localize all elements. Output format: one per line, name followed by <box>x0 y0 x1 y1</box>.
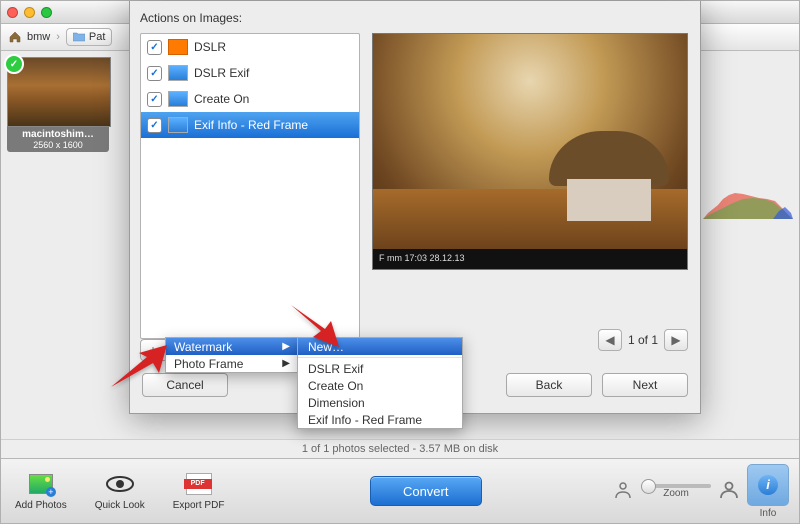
action-kind-icon <box>168 39 188 55</box>
checkbox-icon[interactable]: ✓ <box>147 118 162 133</box>
preview-overlay-text: F mm 17:03 28.12.13 <box>379 253 465 265</box>
submenu-label: Dimension <box>308 396 365 410</box>
menu-item-photoframe[interactable]: Photo Frame ▶ <box>166 355 298 372</box>
action-row[interactable]: ✓ DSLR Exif <box>141 60 359 86</box>
callout-arrow-icon <box>287 303 341 354</box>
action-label: DSLR Exif <box>194 66 249 80</box>
zoom-group: Zoom i Info <box>613 464 799 519</box>
add-photos-button[interactable]: + Add Photos <box>15 471 67 511</box>
callout-arrow-icon <box>109 343 169 392</box>
action-kind-icon <box>168 65 188 81</box>
dialog-heading: Actions on Images: <box>140 11 242 25</box>
menu-item-label: Watermark <box>174 340 232 354</box>
folder-icon <box>73 32 85 42</box>
toolbar-label: Add Photos <box>15 500 67 511</box>
menu-separator <box>298 357 462 358</box>
breadcrumb-label: Pat <box>89 31 106 43</box>
info-icon: i <box>758 475 778 495</box>
convert-button[interactable]: Convert <box>370 476 482 506</box>
quick-look-button[interactable]: Quick Look <box>95 471 145 511</box>
export-pdf-button[interactable]: PDF Export PDF <box>173 471 225 511</box>
thumbnail-caption: macintoshim… 2560 x 1600 <box>7 127 109 152</box>
actions-list: ✓ DSLR ✓ DSLR Exif ✓ Create On ✓ Exif In… <box>140 33 360 339</box>
pager-text: 1 of 1 <box>628 333 658 347</box>
thumbnail-image: ✓ <box>7 57 111 127</box>
toolbar-label: Export PDF <box>173 500 225 511</box>
action-kind-icon <box>168 91 188 107</box>
checkbox-icon[interactable]: ✓ <box>147 40 162 55</box>
thumbnail-dimensions: 2560 x 1600 <box>7 140 109 150</box>
submenu-label: Exif Info - Red Frame <box>308 413 422 427</box>
submenu-item[interactable]: DSLR Exif <box>298 360 462 377</box>
toolbar-label: Quick Look <box>95 500 145 511</box>
pager: ◀ 1 of 1 ▶ <box>598 329 688 351</box>
submenu-item[interactable]: Dimension <box>298 394 462 411</box>
person-large-icon <box>719 481 739 502</box>
info-button[interactable]: i <box>747 464 789 506</box>
submenu-item[interactable]: Create On <box>298 377 462 394</box>
person-small-icon <box>613 481 633 502</box>
thumbnail-strip: ✓ macintoshim… 2560 x 1600 <box>1 51 129 461</box>
home-icon[interactable] <box>9 31 21 43</box>
status-bar: 1 of 1 photos selected - 3.57 MB on disk <box>1 439 799 459</box>
submenu-label: Create On <box>308 379 363 393</box>
action-kind-icon <box>168 117 188 133</box>
thumbnail-item[interactable]: ✓ macintoshim… 2560 x 1600 <box>7 57 109 152</box>
pdf-icon: PDF <box>186 473 212 495</box>
next-button[interactable]: Next <box>602 373 688 397</box>
checkbox-icon[interactable]: ✓ <box>147 92 162 107</box>
toolbar-left-group: + Add Photos Quick Look PDF Export PDF <box>1 471 238 511</box>
eye-icon <box>105 471 135 497</box>
zoom-slider[interactable] <box>641 484 711 488</box>
chevron-right-icon: › <box>56 31 60 43</box>
add-photos-icon: + <box>29 474 53 494</box>
histogram <box>703 185 793 219</box>
bottom-toolbar: + Add Photos Quick Look PDF Export PDF C… <box>1 458 799 523</box>
preview-overlay-bar: F mm 17:03 28.12.13 <box>373 249 687 269</box>
check-icon: ✓ <box>4 54 24 74</box>
submenu-label: DSLR Exif <box>308 362 363 376</box>
action-row[interactable]: ✓ DSLR <box>141 34 359 60</box>
breadcrumb-item[interactable]: bmw <box>27 31 50 43</box>
pager-prev-button[interactable]: ◀ <box>598 329 622 351</box>
checkbox-icon[interactable]: ✓ <box>147 66 162 81</box>
info-label: Info <box>747 508 789 519</box>
menu-item-watermark[interactable]: Watermark ▶ <box>166 338 298 355</box>
action-row[interactable]: ✓ Create On <box>141 86 359 112</box>
submenu-item[interactable]: Exif Info - Red Frame <box>298 411 462 428</box>
chevron-right-icon: ▶ <box>282 358 290 369</box>
slider-knob[interactable] <box>641 479 656 494</box>
action-label: DSLR <box>194 40 226 54</box>
breadcrumb-current[interactable]: Pat <box>66 28 113 46</box>
app-window: IMT Image Converter - License to as@as.a… <box>0 0 800 524</box>
pager-next-button[interactable]: ▶ <box>664 329 688 351</box>
action-label: Exif Info - Red Frame <box>194 118 308 132</box>
context-menu: Watermark ▶ Photo Frame ▶ <box>165 337 299 373</box>
action-label: Create On <box>194 92 249 106</box>
back-button[interactable]: Back <box>506 373 592 397</box>
thumbnail-filename: macintoshim… <box>7 129 109 140</box>
action-row-selected[interactable]: ✓ Exif Info - Red Frame <box>141 112 359 138</box>
menu-item-label: Photo Frame <box>174 357 243 371</box>
preview-image: F mm 17:03 28.12.13 <box>372 33 688 270</box>
